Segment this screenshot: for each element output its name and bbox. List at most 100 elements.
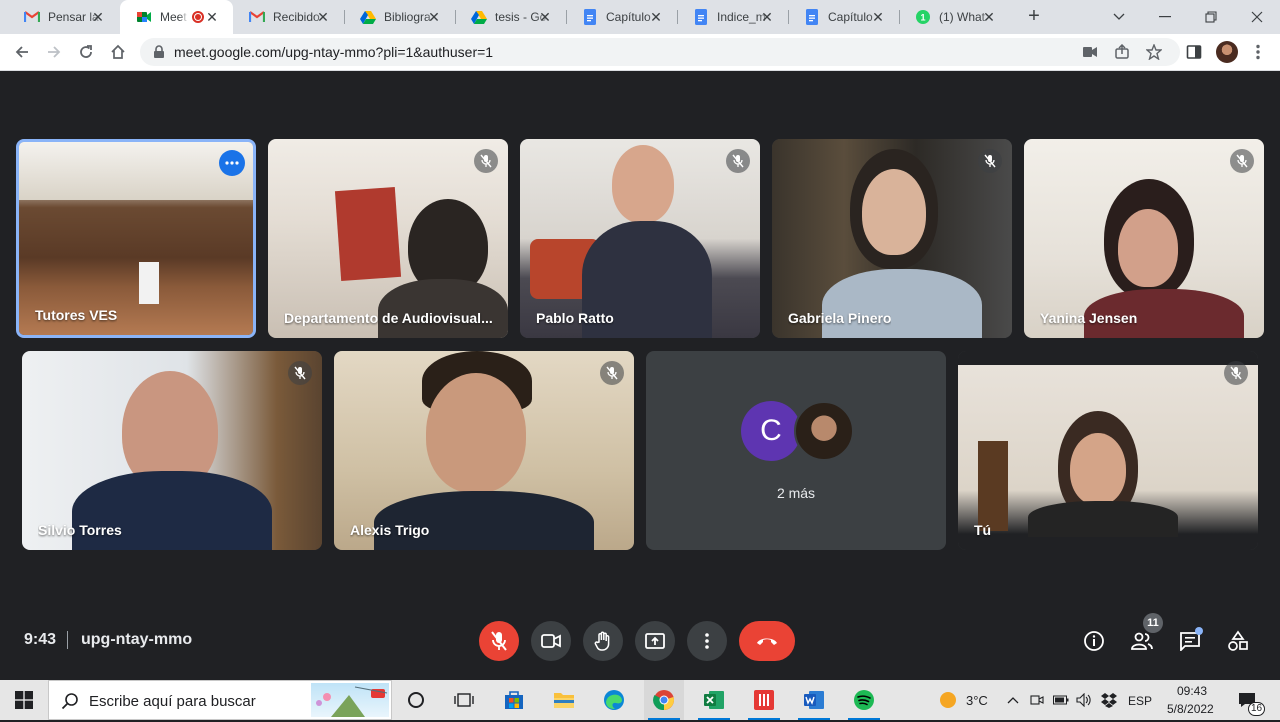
- browser-tab[interactable]: tesis - Go ✕: [455, 0, 566, 34]
- new-tab-button[interactable]: +: [1024, 6, 1044, 27]
- mic-off-icon: [978, 149, 1002, 173]
- drive-icon: [360, 9, 376, 25]
- chevron-up-icon[interactable]: [1004, 680, 1022, 720]
- back-icon[interactable]: [10, 40, 34, 64]
- dropbox-icon[interactable]: [1098, 680, 1120, 720]
- camera-in-use-icon[interactable]: [1080, 42, 1100, 62]
- restore-icon[interactable]: [1188, 0, 1234, 34]
- close-icon[interactable]: ✕: [205, 10, 219, 24]
- participant-avatar: C: [741, 401, 801, 461]
- mic-off-icon: [600, 361, 624, 385]
- address-bar[interactable]: meet.google.com/upg-ntay-mmo?pli=1&authu…: [140, 38, 1180, 66]
- bookmark-star-icon[interactable]: [1144, 42, 1164, 62]
- participant-tile-self[interactable]: Tú: [958, 351, 1258, 550]
- browser-tab[interactable]: Indice_m ✕: [677, 0, 788, 34]
- video-camera-icon: [541, 634, 561, 648]
- browser-tab-active[interactable]: Meet ✕: [120, 0, 233, 34]
- more-options-button[interactable]: [687, 621, 727, 661]
- cortana-icon[interactable]: [396, 680, 436, 720]
- tab-search-icon[interactable]: [1096, 0, 1142, 34]
- spotify-icon[interactable]: [844, 680, 884, 720]
- participant-tile[interactable]: Departamento de Audiovisual...: [268, 139, 508, 338]
- side-panel-icon[interactable]: [1182, 40, 1206, 64]
- activities-icon: [1228, 630, 1248, 651]
- participant-name: Departamento de Audiovisual...: [284, 310, 493, 326]
- meeting-time: 9:43: [24, 631, 57, 648]
- participant-tile[interactable]: Gabriela Pinero: [772, 139, 1012, 338]
- clock-time[interactable]: 09:43: [1177, 684, 1207, 698]
- video-feed-object: [139, 262, 159, 304]
- close-window-icon[interactable]: [1234, 0, 1280, 34]
- close-icon[interactable]: ✕: [538, 10, 552, 24]
- participant-tile[interactable]: Alexis Trigo: [334, 351, 634, 550]
- close-icon[interactable]: ✕: [91, 10, 105, 24]
- profile-avatar[interactable]: [1216, 41, 1238, 63]
- reload-icon[interactable]: [74, 40, 98, 64]
- notification-count: 16: [1248, 702, 1266, 716]
- hand-icon: [594, 631, 610, 651]
- weather-temperature[interactable]: 3°C: [966, 693, 988, 708]
- meet-tray-icon[interactable]: [1028, 680, 1046, 720]
- task-view-icon[interactable]: [444, 680, 484, 720]
- mic-toggle-button[interactable]: [479, 621, 519, 661]
- close-icon[interactable]: ✕: [871, 10, 885, 24]
- clock-date[interactable]: 5/8/2022: [1167, 702, 1214, 716]
- chrome-taskbar-icon[interactable]: [644, 680, 684, 720]
- browser-tab[interactable]: Bibliogra ✕: [344, 0, 455, 34]
- raise-hand-button[interactable]: [583, 621, 623, 661]
- store-icon[interactable]: [494, 680, 534, 720]
- participant-name: Tutores VES: [35, 307, 118, 323]
- participant-name: Alexis Trigo: [350, 522, 430, 538]
- more-options-button[interactable]: [219, 150, 245, 176]
- close-icon[interactable]: ✕: [982, 10, 996, 24]
- avatar-letter: C: [760, 414, 782, 447]
- people-count-badge: 11: [1143, 613, 1163, 633]
- browser-tab[interactable]: Recibido ✕: [233, 0, 344, 34]
- meeting-details-button[interactable]: [1079, 626, 1109, 656]
- more-participants-tile[interactable]: C 2 más: [646, 351, 946, 550]
- browser-tab[interactable]: 1 (1) What ✕: [899, 0, 1010, 34]
- participant-avatar-photo: [794, 401, 854, 461]
- close-icon[interactable]: ✕: [760, 10, 774, 24]
- camera-toggle-button[interactable]: [531, 621, 571, 661]
- leave-call-button[interactable]: [739, 621, 795, 661]
- volume-icon[interactable]: [1074, 680, 1094, 720]
- close-icon[interactable]: ✕: [316, 10, 330, 24]
- present-screen-button[interactable]: [635, 621, 675, 661]
- windows-taskbar: Escribe aquí para buscar 3°C ESP 09:43 5…: [0, 680, 1280, 720]
- participant-name: Silvio Torres: [38, 522, 122, 538]
- more-vert-icon[interactable]: [1246, 40, 1270, 64]
- share-icon[interactable]: [1112, 42, 1132, 62]
- taskbar-search-box[interactable]: Escribe aquí para buscar: [48, 680, 392, 720]
- home-icon[interactable]: [106, 40, 130, 64]
- windows-start-icon[interactable]: [0, 680, 48, 720]
- browser-tab[interactable]: Capítulo ✕: [788, 0, 899, 34]
- browser-tab[interactable]: Pensar la ✕: [8, 0, 119, 34]
- chat-unread-dot: [1195, 627, 1203, 635]
- participant-tile[interactable]: Tutores VES: [16, 139, 256, 338]
- language-indicator[interactable]: ESP: [1128, 694, 1152, 708]
- word-icon[interactable]: [794, 680, 834, 720]
- participant-tile[interactable]: Yanina Jensen: [1024, 139, 1264, 338]
- activities-button[interactable]: [1223, 626, 1253, 656]
- edge-icon[interactable]: [594, 680, 634, 720]
- weather-icon[interactable]: [936, 680, 960, 720]
- video-feed-person-body: [822, 269, 982, 338]
- participant-tile[interactable]: Pablo Ratto: [520, 139, 760, 338]
- file-explorer-icon[interactable]: [544, 680, 584, 720]
- video-feed-person: [1118, 209, 1178, 287]
- search-icon: [61, 693, 78, 710]
- excel-icon[interactable]: [694, 680, 734, 720]
- url-text: meet.google.com/upg-ntay-mmo?pli=1&authu…: [174, 44, 494, 60]
- more-vert-icon: [705, 633, 709, 649]
- close-icon[interactable]: ✕: [649, 10, 663, 24]
- meet-stage: Tutores VES Departamento de Audiovisual.…: [0, 71, 1280, 680]
- close-icon[interactable]: ✕: [427, 10, 441, 24]
- participant-tile[interactable]: Silvio Torres: [22, 351, 322, 550]
- pdf-reader-icon[interactable]: [744, 680, 784, 720]
- minimize-icon[interactable]: [1142, 0, 1188, 34]
- gmail-icon: [24, 9, 40, 25]
- browser-tab[interactable]: Capítulo ✕: [566, 0, 677, 34]
- battery-icon[interactable]: [1052, 680, 1070, 720]
- forward-icon[interactable]: [42, 40, 66, 64]
